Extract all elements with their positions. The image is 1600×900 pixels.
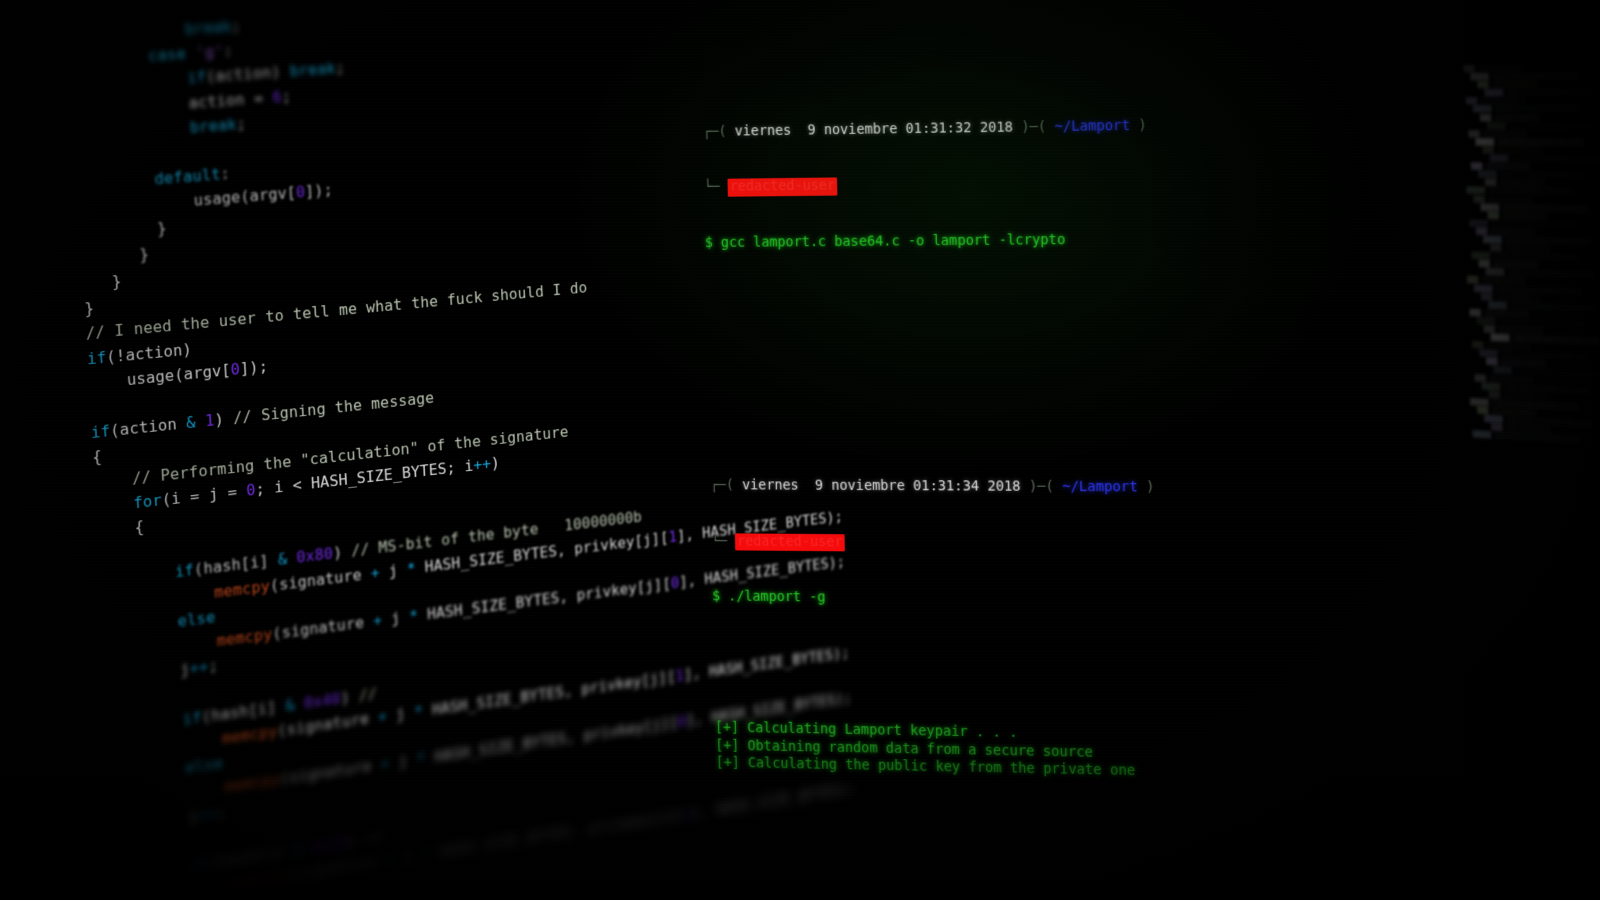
code-token: if [174,560,195,582]
code-token: j [386,703,415,725]
prompt-user-line: └─ redacted-user [711,533,1351,556]
code-token: if [186,67,207,88]
code-token: j [379,559,408,582]
redaction-bar: redacted-user [735,533,845,552]
code-token: ) [340,686,360,707]
code-token: if [190,853,210,876]
code-token: if [86,347,107,368]
code-token: else [177,607,216,631]
code-token: ) [490,453,501,473]
screenshot-root: break; case 'g': if(action) break; actio… [0,0,1600,900]
code-token: ) [332,542,352,563]
code-token: ++ [189,657,209,679]
terminal-prompt-block: ┌─( viernes 9 noviembre 01:31:34 2018 )─… [709,439,1353,652]
code-token: if [182,707,203,729]
code-token: { [134,517,145,537]
code-token: } [156,218,168,238]
code-token: ; [215,802,226,823]
code-token: j [381,607,410,629]
code-token: memcpy [228,866,286,894]
third-window[interactable]: ███ ░░░░░░░░░░░░ █████ ░░░░░░░░░░░░░░░░░░… [1455,25,1600,685]
code-token: } [83,298,95,319]
code-token: for [132,490,163,513]
terminal-command[interactable]: $ gcc lamport.c base64.c -o lamport -lcr… [705,229,1345,252]
prompt-header-line: ┌─( viernes 9 noviembre 01:31:34 2018 )─… [709,478,1155,496]
code-token: j [393,846,422,869]
code-token: : [219,164,231,184]
code-token: 0x80 [295,544,334,567]
code-token: case [147,44,187,66]
code-token: ]); [239,356,269,378]
code-token: 0x20 [310,833,349,857]
code-token: 'g' [194,41,224,63]
code-token: : [222,41,234,61]
code-token: break [189,114,238,137]
prompt-header-line: ┌─( viernes 9 noviembre 01:31:32 2018 )─… [702,118,1148,140]
terminal-window[interactable]: ┌─( viernes 9 noviembre 01:31:32 2018 )─… [700,0,1349,779]
code-token: ; [208,656,219,676]
list-item: █████ ░░░░░░░░░░░░░░░░░░░░░░░ [1487,122,1597,130]
terminal-command[interactable]: $ ./lamport -g [712,588,1352,613]
code-token: ; [236,114,247,134]
terminal-output: [+] Calculating Lamport keypair . . . [+]… [715,720,1356,786]
list-item: ███ ░░░░░░░░░░░░ [1468,130,1528,138]
third-window-rows: ███ ░░░░░░░░░░░░ █████ ░░░░░░░░░░░░░░░░░░… [1456,64,1600,448]
code-token: { [91,447,103,468]
code-token: ) [347,830,367,852]
code-token: ; [231,16,242,36]
code-token: default [153,164,221,189]
code-token: j [389,750,417,773]
list-item: █████ ░░░░░░░░░░░░░░░░░░░░░░░ [1473,105,1582,114]
code-token: ) [214,409,234,430]
terminal-prompt-block: ┌─( viernes 9 noviembre 01:31:32 2018 )─… [702,75,1346,290]
code-token: break [289,59,337,81]
prompt-user-line: └─ redacted-user [704,172,1344,197]
code-token: ++ [196,803,217,825]
code-token: action = [187,87,273,112]
code-token: (action) [205,62,291,87]
code-token: else [184,753,224,778]
code-token: if [90,421,111,443]
code-token: 0x40 [303,688,341,712]
code-token: ; [281,86,292,106]
code-token: } [111,271,123,292]
code-token: ++ [472,454,492,475]
list-item: ███ ░░░░░░░░░░░░ [1480,114,1540,122]
redaction-bar: redacted-user [727,177,838,197]
code-token: // [358,683,378,705]
code-token: break [184,16,232,39]
code-token: ]); [304,180,334,202]
code-token: // [365,827,385,849]
code-token: ; [335,58,346,78]
code-token: } [138,244,150,264]
